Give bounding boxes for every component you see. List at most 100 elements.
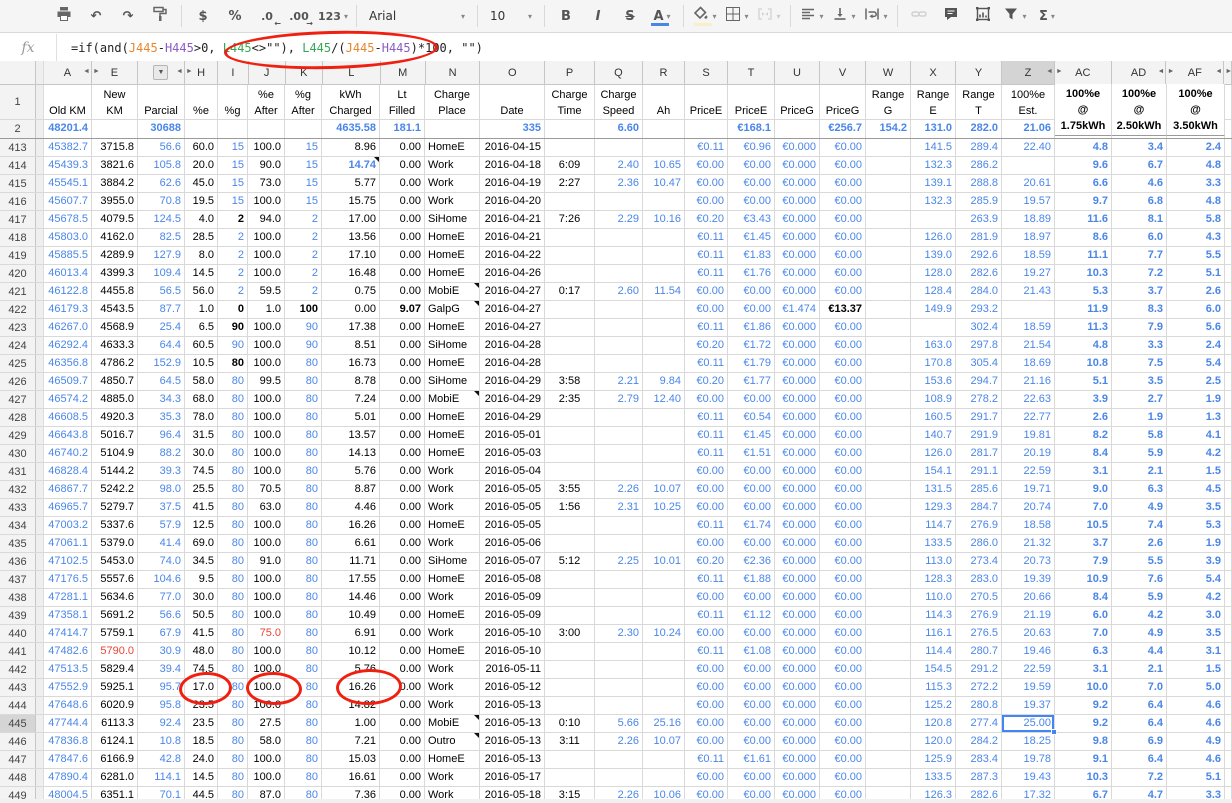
cell-V436[interactable]: €0.00 [820, 553, 866, 570]
cell-E430[interactable]: 5104.9 [92, 445, 138, 462]
cell-H422[interactable]: 1.0 [185, 301, 218, 318]
cell-J420[interactable]: 100.0 [248, 265, 285, 282]
cell-A416[interactable]: 45607.7 [44, 193, 92, 210]
cell-I444[interactable]: 80 [218, 697, 248, 714]
row-header-2[interactable]: 2 [0, 120, 36, 138]
cell-Q424[interactable] [595, 337, 643, 354]
cell-T425[interactable]: €1.79 [728, 355, 775, 372]
cell-K414[interactable]: 15 [285, 157, 322, 174]
column-header-H[interactable]: ►H [185, 61, 218, 84]
cell-E442[interactable]: 5829.4 [92, 661, 138, 678]
cell-H427[interactable]: 68.0 [185, 391, 218, 408]
cell-V443[interactable]: €0.00 [820, 679, 866, 696]
cell-Y446[interactable]: 284.2 [956, 733, 1002, 750]
cell-V420[interactable]: €0.00 [820, 265, 866, 282]
cell-AF413[interactable]: 2.4 [1167, 139, 1225, 156]
cell-M420[interactable]: 0.00 [380, 265, 425, 282]
cell-P422[interactable] [545, 301, 595, 318]
cell-M428[interactable]: 0.00 [380, 409, 425, 426]
cell-Q433[interactable]: 2.31 [595, 499, 643, 516]
font-family-select[interactable]: Arial▾ [362, 4, 472, 28]
cell-L425[interactable]: 16.73 [322, 355, 380, 372]
cell-M447[interactable]: 0.00 [380, 751, 425, 768]
row-header-444[interactable]: 444 [0, 697, 36, 714]
cell-O444[interactable]: 2016-05-13 [480, 697, 545, 714]
cell-E434[interactable]: 5337.6 [92, 517, 138, 534]
cell-T432[interactable]: €0.00 [728, 481, 775, 498]
cell-AF434[interactable]: 5.3 [1167, 517, 1225, 534]
cell-S438[interactable]: €0.00 [685, 589, 728, 606]
cell-F417[interactable]: 124.5 [138, 211, 185, 228]
cell-Q444[interactable] [595, 697, 643, 714]
cell-V426[interactable]: €0.00 [820, 373, 866, 390]
cell-U435[interactable]: €0.000 [775, 535, 820, 552]
cell-Q446[interactable]: 2.26 [595, 733, 643, 750]
cell-L420[interactable]: 16.48 [322, 265, 380, 282]
cell-X427[interactable]: 108.9 [911, 391, 956, 408]
cell-AD436[interactable]: 5.5 [1112, 553, 1167, 570]
cell-AD434[interactable]: 7.4 [1112, 517, 1167, 534]
cell-T428[interactable]: €0.54 [728, 409, 775, 426]
cell-AD431[interactable]: 2.1 [1112, 463, 1167, 480]
cell-Z419[interactable]: 18.59 [1002, 247, 1055, 264]
column-header-I[interactable]: I [218, 61, 248, 84]
column-header-col2[interactable]: ▼◄ [138, 61, 185, 84]
cell-S414[interactable]: €0.00 [685, 157, 728, 174]
cell-L431[interactable]: 5.76 [322, 463, 380, 480]
cell-J423[interactable]: 100.0 [248, 319, 285, 336]
cell-AD418[interactable]: 6.0 [1112, 229, 1167, 246]
cell-Z423[interactable]: 18.59 [1002, 319, 1055, 336]
cell-E416[interactable]: 3955.0 [92, 193, 138, 210]
cell-Z446[interactable]: 18.25 [1002, 733, 1055, 750]
cell-S429[interactable]: €0.11 [685, 427, 728, 444]
cell-P429[interactable] [545, 427, 595, 444]
cell-Q434[interactable] [595, 517, 643, 534]
row-header-439[interactable]: 439 [0, 607, 36, 624]
cell-W415[interactable] [866, 175, 911, 192]
cell-P445[interactable]: 0:10 [545, 715, 595, 732]
cell-V418[interactable]: €0.00 [820, 229, 866, 246]
cell-P447[interactable] [545, 751, 595, 768]
cell-H413[interactable]: 60.0 [185, 139, 218, 156]
cell-L414[interactable]: 14.74 [322, 157, 380, 174]
cell-W439[interactable] [866, 607, 911, 624]
cell-Q432[interactable]: 2.26 [595, 481, 643, 498]
row-header-442[interactable]: 442 [0, 661, 36, 678]
cell-X438[interactable]: 110.0 [911, 589, 956, 606]
cell-K437[interactable]: 80 [285, 571, 322, 588]
cell-AF426[interactable]: 2.5 [1167, 373, 1225, 390]
header-cell[interactable]: PriceG [775, 85, 820, 119]
cell-F439[interactable]: 56.6 [138, 607, 185, 624]
cell-K425[interactable]: 80 [285, 355, 322, 372]
cell-E427[interactable]: 4885.0 [92, 391, 138, 408]
cell-Z435[interactable]: 21.32 [1002, 535, 1055, 552]
cell-T423[interactable]: €1.86 [728, 319, 775, 336]
cell-Z442[interactable]: 22.59 [1002, 661, 1055, 678]
cell-A423[interactable]: 46267.0 [44, 319, 92, 336]
cell-AC441[interactable]: 6.3 [1055, 643, 1112, 660]
cell-E424[interactable]: 4633.3 [92, 337, 138, 354]
cell-AC426[interactable]: 5.1 [1055, 373, 1112, 390]
cell-K448[interactable]: 80 [285, 769, 322, 786]
cell-R424[interactable] [643, 337, 685, 354]
cell-Q439[interactable] [595, 607, 643, 624]
cell-P415[interactable]: 2:27 [545, 175, 595, 192]
cell-O431[interactable]: 2016-05-04 [480, 463, 545, 480]
cell-N428[interactable]: HomeE [425, 409, 480, 426]
cell-Y444[interactable]: 280.8 [956, 697, 1002, 714]
cell-AD416[interactable]: 6.8 [1112, 193, 1167, 210]
row-header-418[interactable]: 418 [0, 229, 36, 246]
cell-R413[interactable] [643, 139, 685, 156]
cell-R429[interactable] [643, 427, 685, 444]
row-header-441[interactable]: 441 [0, 643, 36, 660]
cell-AC413[interactable]: 4.8 [1055, 139, 1112, 156]
cell-L435[interactable]: 6.61 [322, 535, 380, 552]
cell-AF418[interactable]: 4.3 [1167, 229, 1225, 246]
row-header-433[interactable]: 433 [0, 499, 36, 516]
cell-Q414[interactable]: 2.40 [595, 157, 643, 174]
strikethrough-button[interactable]: S [614, 4, 646, 28]
row-header-436[interactable]: 436 [0, 553, 36, 570]
cell-I442[interactable]: 80 [218, 661, 248, 678]
header-cell-merged[interactable]: 100%e@1.75kWh [1055, 84, 1112, 136]
cell-L446[interactable]: 7.21 [322, 733, 380, 750]
